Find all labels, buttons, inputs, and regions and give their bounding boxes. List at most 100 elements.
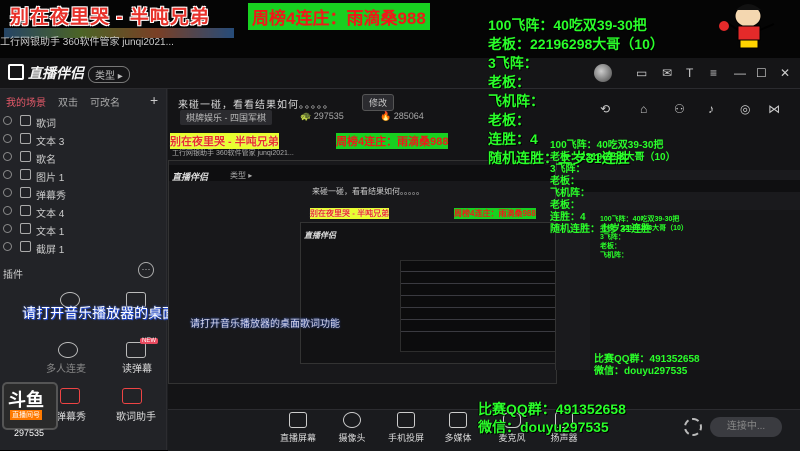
douyu-logo: 斗鱼 <box>8 390 44 410</box>
close-icon[interactable]: ✕ <box>780 66 790 80</box>
danmu-source-icon <box>20 187 31 198</box>
qq-line: 比赛QQ群：491352658 <box>478 401 626 417</box>
text-source-icon <box>20 151 31 162</box>
eye-icon[interactable] <box>3 188 12 197</box>
eye-icon[interactable] <box>3 242 12 251</box>
monitor-icon <box>289 412 307 428</box>
type-badge[interactable]: 类型 ▸ <box>88 66 130 83</box>
tab-renamable[interactable]: 可改名 <box>84 90 126 110</box>
scene-tabs: 我的场景 双击 可改名 <box>0 90 166 110</box>
wechat-line: 微信：douyu297535 <box>594 366 688 377</box>
overlay-line: 飞机阵： <box>488 93 544 109</box>
desktop-shortcuts-label: 工行网银助手 360软件管家 junqi2021... <box>0 37 174 48</box>
category-selector[interactable]: 棋牌娱乐 - 四国军棋 <box>180 110 272 125</box>
overlay-line: 飞机阵： <box>550 188 590 199</box>
lyrics-hint-small: 请打开音乐播放器的桌面歌词功能 <box>190 319 340 330</box>
source-row[interactable]: 文本 3 <box>0 130 164 148</box>
link-icon[interactable]: ⚇ <box>674 102 685 116</box>
overlay-line: 老板：22196298大哥（10） <box>550 152 676 163</box>
overlay-line: 老板： <box>550 200 580 211</box>
source-label: 文本 3 <box>36 137 65 148</box>
text-source-icon <box>20 133 31 144</box>
screen-capture-label: 直播屏幕 <box>279 433 316 443</box>
source-label: 截屏 1 <box>36 245 65 256</box>
wechat-line: 微信：douyu297535 <box>478 419 609 435</box>
source-row[interactable]: 文本 1 <box>0 220 164 238</box>
danmu-show-icon[interactable] <box>60 388 80 404</box>
overlay-line: 老板： <box>488 74 530 90</box>
tool-multi-mic[interactable]: 多人连麦 <box>46 360 86 375</box>
tool-read-danmu[interactable]: 读弹幕 <box>122 360 152 375</box>
eye-icon[interactable] <box>3 116 12 125</box>
eye-icon[interactable] <box>3 152 12 161</box>
eye-icon[interactable] <box>3 206 12 215</box>
source-label: 文本 4 <box>36 209 65 220</box>
play-icon <box>449 412 467 428</box>
hot-value: 🔥 285064 <box>380 111 424 121</box>
text-source-icon <box>20 115 31 126</box>
overlay-line: 3飞阵： <box>488 55 538 71</box>
overlay-line: 老板：22196298大哥（10） <box>600 225 688 232</box>
source-label: 歌名 <box>36 155 56 166</box>
source-row[interactable]: 截屏 1 <box>0 238 164 256</box>
nested-badge: 类型 ▸ <box>230 171 253 180</box>
eye-icon[interactable] <box>3 224 12 233</box>
source-label: 文本 1 <box>36 227 65 238</box>
weekly-rank-overlay-xs: 周榜4连庄：雨滴桑988 <box>454 208 536 219</box>
tab-my-scene[interactable]: 我的场景 <box>0 90 52 110</box>
lyrics-helper-icon[interactable] <box>122 388 142 404</box>
text-source-icon <box>20 205 31 216</box>
source-label: 图片 1 <box>36 173 65 184</box>
gear-icon[interactable] <box>684 418 702 436</box>
edit-title-button[interactable]: 修改 <box>362 94 395 111</box>
source-row[interactable]: 图片 1 <box>0 166 164 184</box>
source-row[interactable]: 文本 4 <box>0 202 164 220</box>
bell-icon[interactable]: ◎ <box>740 102 750 116</box>
eye-icon[interactable] <box>3 170 12 179</box>
nested-shortcuts: 工行网银助手 360软件管家 junqi2021... <box>172 150 294 157</box>
maximize-icon[interactable]: ☐ <box>756 66 767 80</box>
sound-icon[interactable]: ♪ <box>708 102 714 116</box>
douyu-room-id: 297535 <box>14 428 45 438</box>
tool-lyrics-helper[interactable]: 歌词助手 <box>116 408 156 423</box>
weekly-rank-overlay: 周榜4连庄：雨滴桑988 <box>248 3 430 30</box>
read-danmu-icon[interactable] <box>126 342 146 358</box>
qq-group-small: 比赛QQ群：491352658 微信：douyu297535 <box>594 354 700 378</box>
logo-icon <box>8 64 24 80</box>
app-logo: 直播伴侣 <box>8 63 84 83</box>
source-row[interactable]: 歌名 <box>0 148 164 166</box>
download-icon[interactable] <box>58 342 78 358</box>
douyu-room-label: 直播间号 <box>10 410 42 420</box>
minimize-icon[interactable]: — <box>734 66 746 80</box>
more-plugins-button[interactable]: ··· <box>138 262 154 278</box>
stream-room-title: 来碰一碰，看看结果如何。。。。。 <box>178 100 334 111</box>
weekly-rank-overlay-small: 周榜4连庄：雨滴桑988 <box>336 133 449 149</box>
eye-icon[interactable] <box>3 134 12 143</box>
overlay-line: 100飞阵：40吃双39-30把 <box>488 17 647 33</box>
camera-label: 摄像头 <box>338 433 366 443</box>
menu-icon[interactable]: ≡ <box>710 66 717 80</box>
share-out-icon[interactable]: ⋈ <box>768 102 780 116</box>
shirt-icon[interactable]: T <box>686 66 693 80</box>
overlay-line: 老板： <box>488 112 530 128</box>
overlay-line: 3飞阵： <box>600 234 625 241</box>
screen-capture-button[interactable]: 直播屏幕 <box>270 412 326 444</box>
qq-group-overlay: 比赛QQ群：491352658 微信：douyu297535 <box>478 400 626 436</box>
phone-cast-button[interactable]: 手机投屏 <box>378 412 434 444</box>
overlay-line: 老板： <box>600 243 621 250</box>
stream-title-overlay-small: 别在夜里哭 - 半吨兄弟 <box>170 133 279 149</box>
start-stream-button[interactable]: 连接中... <box>710 417 782 437</box>
tool-danmu-show[interactable]: 弹幕秀 <box>56 408 86 423</box>
follower-count: 🐢 297535 <box>300 111 344 121</box>
add-scene-button[interactable]: + <box>150 92 158 108</box>
source-row[interactable]: 歌词 <box>0 112 164 130</box>
overlay-line: 老板：22196298大哥（10） <box>488 36 664 52</box>
source-label: 弹幕秀 <box>36 191 66 202</box>
camera-button[interactable]: 摄像头 <box>324 412 380 444</box>
source-row[interactable]: 弹幕秀 <box>0 184 164 202</box>
phone-cast-label: 手机投屏 <box>387 433 424 443</box>
source-label: 歌词 <box>36 119 56 130</box>
tab-double-click[interactable]: 双击 <box>52 90 84 110</box>
crayon-shin-chan-sticker <box>719 4 775 49</box>
multimedia-label: 多媒体 <box>444 433 472 443</box>
